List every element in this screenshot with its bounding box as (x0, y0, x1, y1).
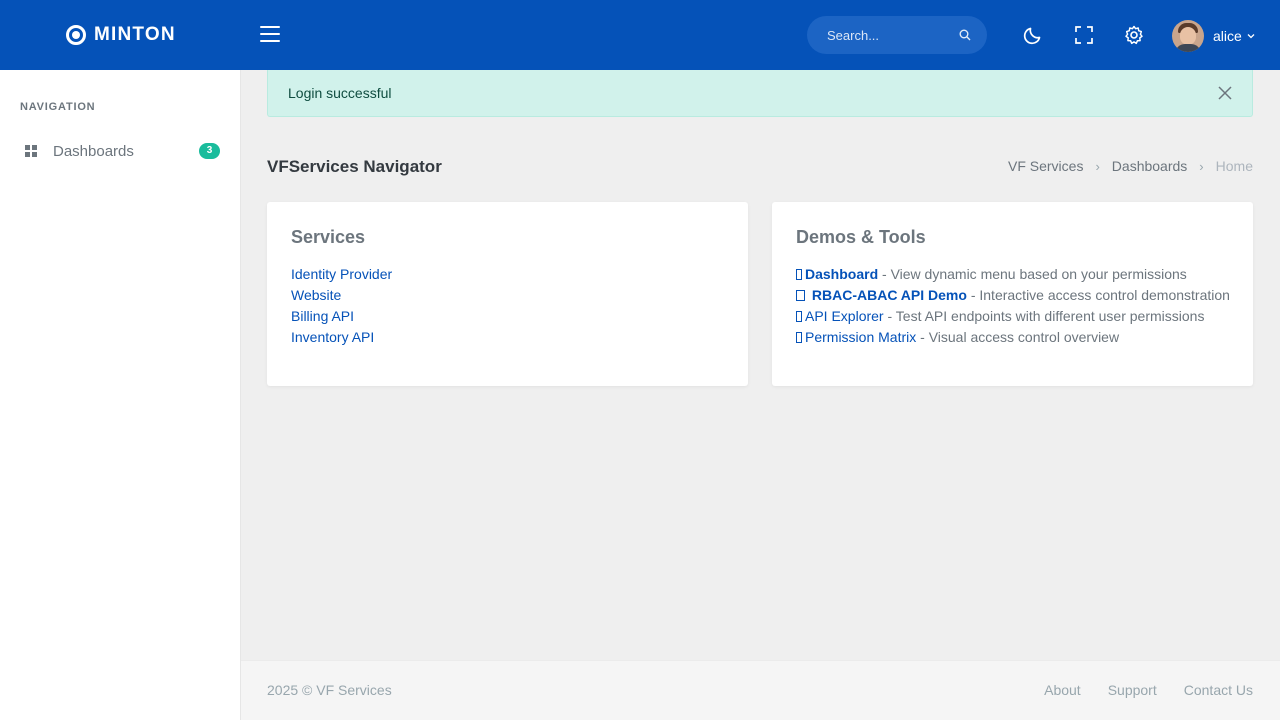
list-item: API Explorer - Test API endpoints with d… (796, 306, 1229, 327)
gear-icon[interactable] (1123, 24, 1145, 46)
search-box (807, 16, 987, 54)
demo-description: - Visual access control overview (916, 329, 1120, 345)
user-menu[interactable]: alice (1172, 20, 1255, 52)
service-link[interactable]: Website (291, 287, 341, 303)
demo-description: - Interactive access control demonstrati… (966, 287, 1230, 303)
sidebar-item-label: Dashboards (53, 142, 134, 160)
list-item: Permission Matrix - Visual access contro… (796, 327, 1229, 348)
demo-link[interactable]: Permission Matrix (805, 329, 916, 345)
nav-section-title: NAVIGATION (20, 101, 96, 113)
alert-message: Login successful (288, 85, 392, 101)
list-item: Dashboard - View dynamic menu based on y… (796, 264, 1229, 285)
avatar (1172, 20, 1204, 52)
chevron-right-icon: › (1095, 158, 1100, 174)
chevron-down-icon (1247, 34, 1255, 39)
demos-card: Demos & Tools Dashboard - View dynamic m… (772, 202, 1253, 386)
list-item: RBAC-ABAC API Demo - Interactive access … (796, 285, 1230, 306)
service-link[interactable]: Identity Provider (291, 266, 392, 282)
brand-name: MINTON (94, 24, 176, 45)
services-card: Services Identity Provider Website Billi… (267, 202, 748, 386)
demo-description: - View dynamic menu based on your permis… (878, 266, 1187, 282)
brand-logo[interactable]: MINTON (66, 24, 176, 46)
page-title: VFServices Navigator (267, 157, 442, 176)
search-input[interactable] (827, 27, 947, 43)
count-badge: 3 (199, 143, 220, 159)
moon-icon[interactable] (1022, 24, 1044, 46)
service-link[interactable]: Billing API (291, 308, 354, 324)
missing-glyph-icon (796, 311, 802, 322)
missing-glyph-icon (796, 290, 805, 301)
dashboard-icon (25, 145, 37, 157)
demo-description: - Test API endpoints with different user… (883, 308, 1205, 324)
username: alice (1213, 28, 1242, 44)
copyright: 2025 © VF Services (267, 682, 392, 698)
sidebar-item-dashboards[interactable]: Dashboards 3 (0, 138, 240, 164)
breadcrumb-item[interactable]: VF Services (1008, 158, 1083, 174)
footer: 2025 © VF Services About Support Contact… (241, 660, 1280, 720)
service-link[interactable]: Inventory API (291, 329, 374, 345)
sidebar: NAVIGATION Dashboards 3 (0, 70, 241, 720)
demo-link[interactable]: API Explorer (805, 308, 884, 324)
card-title: Demos & Tools (796, 227, 926, 247)
close-icon[interactable] (1217, 85, 1233, 101)
demo-link[interactable]: Dashboard (805, 266, 878, 282)
footer-link-support[interactable]: Support (1108, 682, 1157, 698)
logo-icon (66, 25, 86, 45)
footer-links: About Support Contact Us (1017, 682, 1253, 698)
chevron-right-icon: › (1199, 158, 1204, 174)
fullscreen-icon[interactable] (1073, 24, 1095, 46)
breadcrumb-item[interactable]: Dashboards (1112, 158, 1188, 174)
breadcrumb-current: Home (1215, 158, 1253, 174)
missing-glyph-icon (796, 269, 802, 280)
breadcrumb: VF Services › Dashboards › Home (1008, 158, 1253, 174)
missing-glyph-icon (796, 332, 802, 343)
card-title: Services (291, 227, 366, 247)
success-alert: Login successful (267, 70, 1253, 117)
demo-link[interactable]: RBAC-ABAC API Demo (812, 287, 967, 303)
footer-link-about[interactable]: About (1044, 682, 1081, 698)
topbar: MINTON alice (0, 0, 1280, 70)
footer-link-contact[interactable]: Contact Us (1184, 682, 1253, 698)
search-icon[interactable] (959, 29, 971, 41)
menu-icon[interactable] (260, 26, 280, 44)
